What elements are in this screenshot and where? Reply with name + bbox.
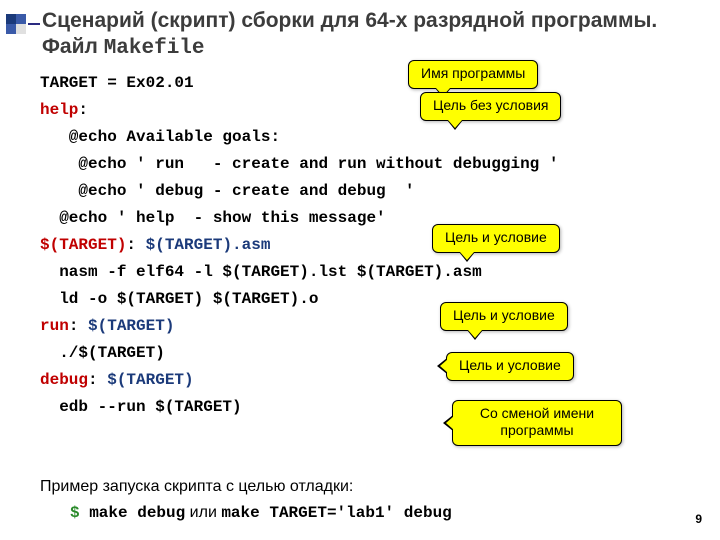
- callout-program-name: Имя программы: [408, 60, 538, 89]
- code-line: run: $(TARGET): [40, 313, 680, 340]
- makefile-code: TARGET = Ex02.01 help: @echo Available g…: [40, 70, 680, 421]
- code-line: help:: [40, 97, 680, 124]
- callout-goal-cond-3: Цель и условие: [446, 352, 574, 381]
- cmd-a: make debug: [89, 504, 185, 522]
- cmd-b: make TARGET='lab1' debug: [221, 504, 451, 522]
- page-number: 9: [695, 512, 702, 526]
- callout-rename-prog: Со сменой имени программы: [452, 400, 622, 446]
- example-caption: Пример запуска скрипта с целью отладки:: [40, 478, 353, 496]
- code-line: @echo ' debug - create and debug ': [40, 178, 680, 205]
- callout-goal-cond-2: Цель и условие: [440, 302, 568, 331]
- code-line: ./$(TARGET): [40, 340, 680, 367]
- code-line: @echo ' run - create and run without deb…: [40, 151, 680, 178]
- page-title: Сценарий (скрипт) сборки для 64-х разряд…: [40, 8, 700, 63]
- logo: [6, 14, 32, 40]
- code-line: debug: $(TARGET): [40, 367, 680, 394]
- example-command: $ make debug или make TARGET='lab1' debu…: [70, 504, 452, 522]
- code-line: @echo Available goals:: [40, 124, 680, 151]
- code-line: ld -o $(TARGET) $(TARGET).o: [40, 286, 680, 313]
- cmd-or: или: [185, 504, 221, 521]
- callout-goal-no-cond: Цель без условия: [420, 92, 561, 121]
- code-line: nasm -f elf64 -l $(TARGET).lst $(TARGET)…: [40, 259, 680, 286]
- callout-goal-cond-1: Цель и условие: [432, 224, 560, 253]
- prompt: $: [70, 504, 89, 522]
- title-mono: Makefile: [104, 37, 205, 60]
- code-line: $(TARGET): $(TARGET).asm: [40, 232, 680, 259]
- code-line: @echo ' help - show this message': [40, 205, 680, 232]
- code-line: TARGET = Ex02.01: [40, 70, 680, 97]
